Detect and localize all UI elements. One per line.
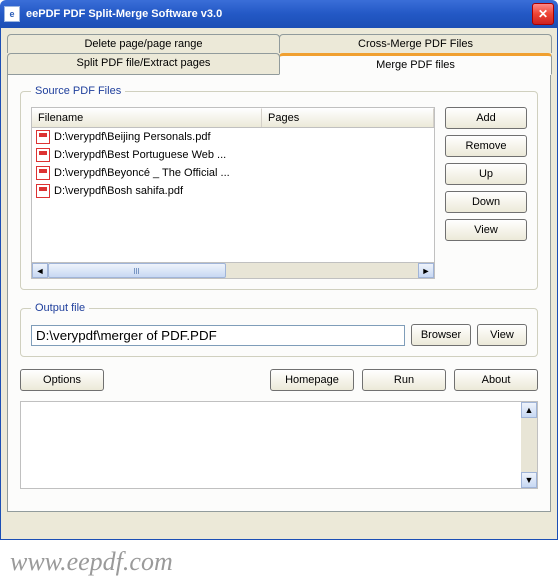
options-button[interactable]: Options [20, 369, 104, 391]
file-name: D:\verypdf\Best Portuguese Web ... [54, 149, 226, 161]
file-action-buttons: Add Remove Up Down View [445, 107, 527, 279]
file-name: D:\verypdf\Beyoncé _ The Official ... [54, 167, 230, 179]
file-list-container: Filename Pages D:\verypdf\Beijing Person… [31, 107, 435, 279]
tab-area: Delete page/page range Cross-Merge PDF F… [7, 34, 551, 513]
vertical-scrollbar[interactable]: ▲ ▼ [521, 402, 537, 488]
scroll-thumb[interactable] [48, 263, 226, 278]
down-button[interactable]: Down [445, 191, 527, 213]
list-item[interactable]: D:\verypdf\Beijing Personals.pdf [32, 128, 434, 146]
browser-button[interactable]: Browser [411, 324, 471, 346]
output-path-input[interactable] [31, 325, 405, 346]
tab-split-extract[interactable]: Split PDF file/Extract pages [7, 53, 280, 75]
scroll-track[interactable] [48, 263, 418, 278]
remove-button[interactable]: Remove [445, 135, 527, 157]
app-icon: e [4, 6, 20, 22]
view-button[interactable]: View [445, 219, 527, 241]
list-item[interactable]: D:\verypdf\Beyoncé _ The Official ... [32, 164, 434, 182]
file-list[interactable]: D:\verypdf\Beijing Personals.pdf D:\very… [31, 128, 435, 263]
horizontal-scrollbar[interactable]: ◄ ► [31, 263, 435, 279]
list-header: Filename Pages [31, 107, 435, 128]
scroll-up-icon[interactable]: ▲ [521, 402, 537, 418]
titlebar: e eePDF PDF Split-Merge Software v3.0 ✕ [0, 0, 558, 28]
close-button[interactable]: ✕ [532, 3, 554, 25]
tab-delete-page[interactable]: Delete page/page range [7, 34, 280, 53]
up-button[interactable]: Up [445, 163, 527, 185]
bottom-button-row: Options Homepage Run About [20, 369, 538, 391]
add-button[interactable]: Add [445, 107, 527, 129]
column-header-filename[interactable]: Filename [32, 108, 262, 127]
tab-merge-pdf[interactable]: Merge PDF files [279, 53, 552, 75]
column-header-pages[interactable]: Pages [262, 108, 434, 127]
scroll-right-icon[interactable]: ► [418, 263, 434, 278]
source-legend: Source PDF Files [31, 85, 125, 97]
log-textarea[interactable]: ▲ ▼ [20, 401, 538, 489]
output-view-button[interactable]: View [477, 324, 527, 346]
source-groupbox: Source PDF Files Filename Pages D:\veryp… [20, 85, 538, 290]
tab-cross-merge[interactable]: Cross-Merge PDF Files [279, 34, 552, 53]
pdf-icon [36, 166, 50, 180]
homepage-button[interactable]: Homepage [270, 369, 354, 391]
about-button[interactable]: About [454, 369, 538, 391]
list-item[interactable]: D:\verypdf\Bosh sahifa.pdf [32, 182, 434, 200]
file-name: D:\verypdf\Bosh sahifa.pdf [54, 185, 183, 197]
pdf-icon [36, 130, 50, 144]
run-button[interactable]: Run [362, 369, 446, 391]
scroll-down-icon[interactable]: ▼ [521, 472, 537, 488]
output-legend: Output file [31, 302, 89, 314]
watermark-text: www.eepdf.com [10, 547, 173, 577]
pdf-icon [36, 184, 50, 198]
window-title: eePDF PDF Split-Merge Software v3.0 [26, 8, 532, 20]
window-body: Delete page/page range Cross-Merge PDF F… [0, 28, 558, 540]
pdf-icon [36, 148, 50, 162]
scroll-left-icon[interactable]: ◄ [32, 263, 48, 278]
list-item[interactable]: D:\verypdf\Best Portuguese Web ... [32, 146, 434, 164]
output-groupbox: Output file Browser View [20, 302, 538, 357]
file-name: D:\verypdf\Beijing Personals.pdf [54, 131, 211, 143]
tab-panel-merge: Source PDF Files Filename Pages D:\veryp… [7, 74, 551, 512]
